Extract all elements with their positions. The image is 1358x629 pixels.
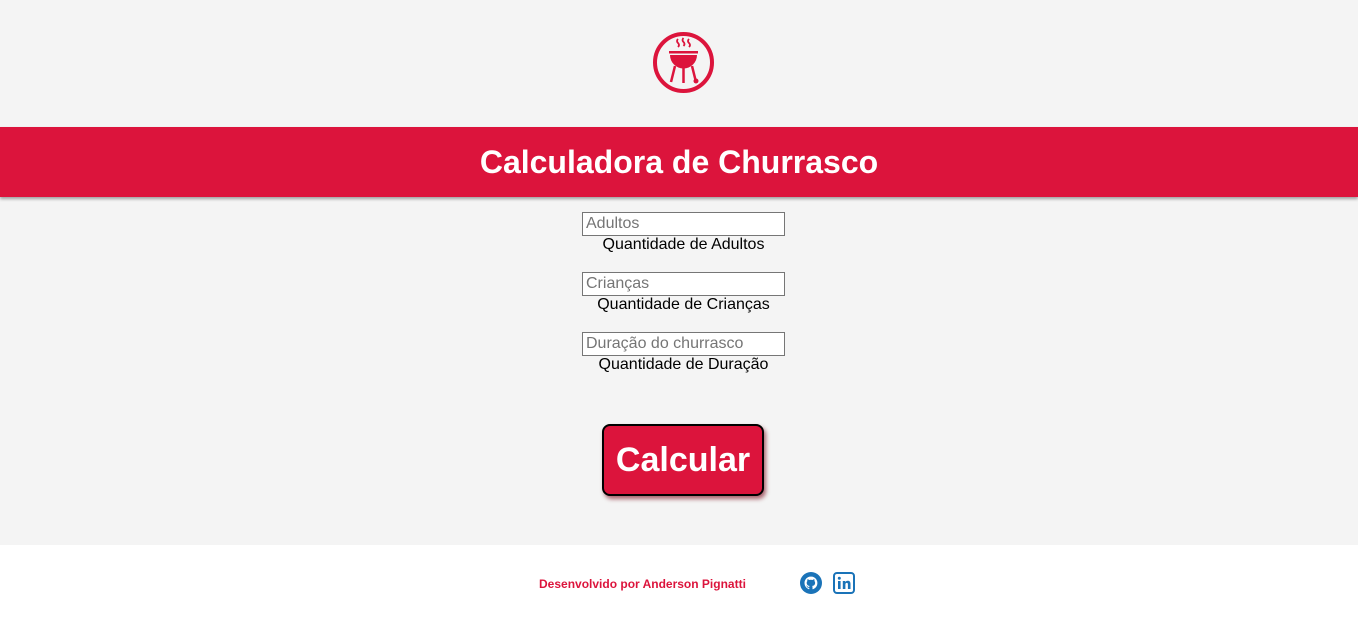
duration-input[interactable] [582, 332, 785, 356]
page-title: Calculadora de Churrasco [479, 143, 879, 180]
footer: Desenvolvido por Anderson Pignatti [0, 545, 1358, 629]
developer-credit: Desenvolvido por Anderson Pignatti [539, 577, 746, 591]
adults-input[interactable] [582, 212, 785, 236]
adults-field: Quantidade de Adultos [582, 212, 785, 254]
duration-field: Quantidade de Duração [582, 332, 785, 374]
linkedin-icon[interactable] [833, 572, 855, 594]
children-field: Quantidade de Crianças [582, 272, 785, 314]
header-banner: Calculadora de Churrasco [0, 127, 1358, 197]
grill-logo-icon [652, 31, 715, 94]
duration-label: Quantidade de Duração [598, 356, 769, 373]
calculate-button[interactable]: Calcular [602, 424, 764, 496]
github-icon[interactable] [800, 572, 822, 594]
children-input[interactable] [582, 272, 785, 296]
children-label: Quantidade de Crianças [597, 296, 770, 313]
adults-label: Quantidade de Adultos [602, 236, 765, 253]
